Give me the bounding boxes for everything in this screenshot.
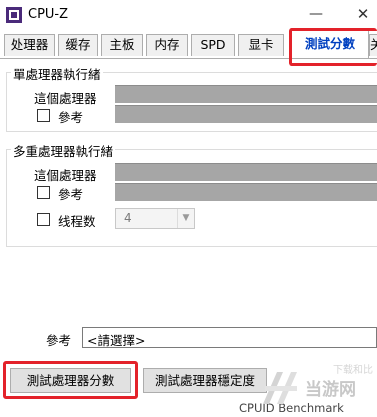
tab-about[interactable]: 关 — [369, 34, 377, 56]
watermark-logo-icon — [263, 372, 297, 404]
window-title: CPU-Z — [28, 7, 69, 22]
multi-reference-label: 參考 — [58, 187, 84, 202]
single-this-cpu-label: 這個處理器 — [34, 91, 97, 106]
reference-select[interactable]: <請選擇> — [82, 327, 377, 348]
minimize-button[interactable]: — — [305, 3, 327, 25]
multi-reference-bar — [115, 183, 377, 201]
multi-this-cpu-bar — [115, 163, 377, 181]
bench-panel: 單處理器執行緒 這個處理器 參考 多重處理器執行緒 這個處理器 參考 线程数 4… — [0, 58, 377, 417]
bench-cpu-button[interactable]: 測試處理器分數 — [10, 368, 131, 393]
reference-label: 參考 — [46, 333, 72, 348]
single-this-cpu-bar — [115, 85, 377, 103]
chevron-down-icon: ▼ — [177, 209, 194, 228]
single-reference-label: 參考 — [58, 110, 84, 125]
multi-reference-checkbox[interactable] — [37, 186, 50, 199]
tab-cache[interactable]: 缓存 — [58, 34, 98, 56]
watermark: 当游网 下载和比 — [255, 362, 377, 416]
single-thread-title: 單處理器執行緒 — [11, 64, 103, 83]
tab-processor[interactable]: 处理器 — [4, 34, 55, 56]
close-button[interactable]: ✕ — [352, 3, 374, 25]
tab-bench[interactable]: 測試分數 — [291, 30, 369, 58]
tab-spd[interactable]: SPD — [191, 34, 235, 56]
tab-mainboard[interactable]: 主板 — [101, 34, 143, 56]
threads-value: 4 — [124, 211, 132, 225]
multi-this-cpu-label: 這個處理器 — [34, 168, 97, 183]
single-reference-checkbox[interactable] — [37, 109, 50, 122]
watermark-subtext: 下载和比 — [333, 365, 373, 376]
stress-cpu-button[interactable]: 測試處理器穩定度 — [143, 368, 267, 393]
title-bar: CPU-Z — ✕ — [0, 0, 377, 30]
multi-thread-title: 多重處理器執行緒 — [11, 141, 116, 160]
threads-label: 线程数 — [58, 214, 96, 229]
tab-memory[interactable]: 内存 — [146, 34, 188, 56]
watermark-text: 当游网 — [305, 380, 356, 400]
cpu-z-app-icon — [6, 7, 22, 23]
reference-select-value: <請選擇> — [87, 333, 146, 348]
threads-select[interactable]: 4 ▼ — [115, 208, 195, 229]
single-reference-bar — [115, 105, 377, 123]
threads-checkbox[interactable] — [37, 213, 50, 226]
tab-strip: 处理器 缓存 主板 内存 SPD 显卡 測試分數 关 — [0, 30, 377, 60]
tab-graphics[interactable]: 显卡 — [238, 34, 284, 56]
